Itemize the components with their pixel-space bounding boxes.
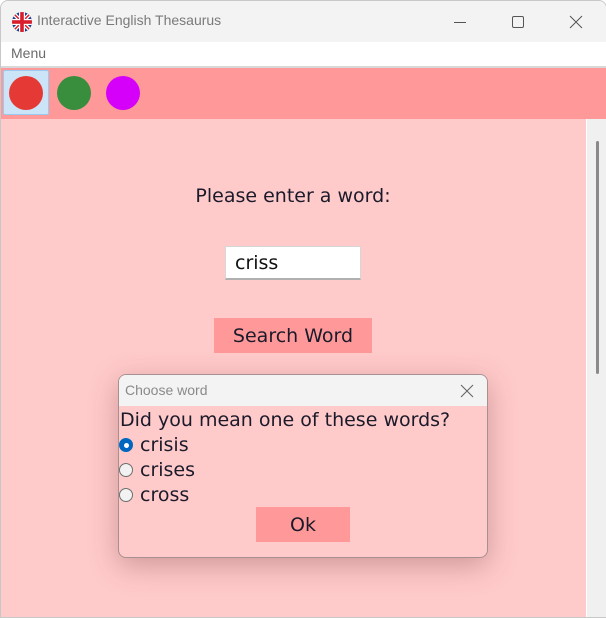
dialog-title-bar[interactable]: Choose word bbox=[119, 375, 487, 406]
option-cross[interactable]: cross bbox=[119, 483, 189, 507]
option-crises[interactable]: crises bbox=[119, 458, 195, 482]
maximize-icon bbox=[512, 15, 524, 28]
minimize-icon bbox=[454, 21, 466, 23]
red-circle-icon bbox=[9, 75, 43, 110]
search-word-button[interactable]: Search Word bbox=[214, 318, 372, 353]
word-input[interactable] bbox=[225, 246, 361, 280]
option-crisis[interactable]: crisis bbox=[119, 433, 189, 457]
menu-item-menu[interactable]: Menu bbox=[11, 45, 46, 61]
option-label: crises bbox=[140, 459, 196, 481]
red-theme-button[interactable] bbox=[3, 70, 49, 115]
menu-bar: Menu bbox=[1, 42, 606, 68]
radio-button[interactable] bbox=[119, 463, 133, 477]
close-button[interactable] bbox=[547, 1, 605, 42]
option-label: cross bbox=[140, 484, 190, 506]
choose-word-dialog: Choose word Did you mean one of these wo… bbox=[118, 374, 488, 558]
theme-toolbar bbox=[1, 68, 606, 119]
minimize-button[interactable] bbox=[431, 1, 489, 42]
dialog-title: Choose word bbox=[125, 382, 208, 398]
scrollbar-thumb[interactable] bbox=[596, 141, 599, 374]
close-icon bbox=[569, 15, 583, 28]
green-circle-icon bbox=[57, 75, 91, 110]
green-theme-button[interactable] bbox=[51, 70, 97, 115]
magenta-theme-button[interactable] bbox=[100, 70, 146, 115]
radio-button[interactable] bbox=[119, 488, 133, 502]
uk-flag-icon bbox=[12, 12, 32, 32]
dialog-question: Did you mean one of these words? bbox=[120, 409, 451, 431]
close-icon[interactable] bbox=[459, 383, 475, 399]
ok-button[interactable]: Ok bbox=[256, 507, 350, 542]
word-prompt-label: Please enter a word: bbox=[195, 185, 391, 207]
maximize-button[interactable] bbox=[489, 1, 547, 42]
vertical-scrollbar[interactable] bbox=[586, 119, 606, 617]
option-label: crisis bbox=[140, 434, 189, 456]
magenta-circle-icon bbox=[106, 75, 140, 110]
window-title: Interactive English Thesaurus bbox=[37, 12, 222, 28]
title-bar[interactable]: Interactive English Thesaurus bbox=[1, 1, 606, 42]
radio-button-checked[interactable] bbox=[119, 438, 133, 452]
